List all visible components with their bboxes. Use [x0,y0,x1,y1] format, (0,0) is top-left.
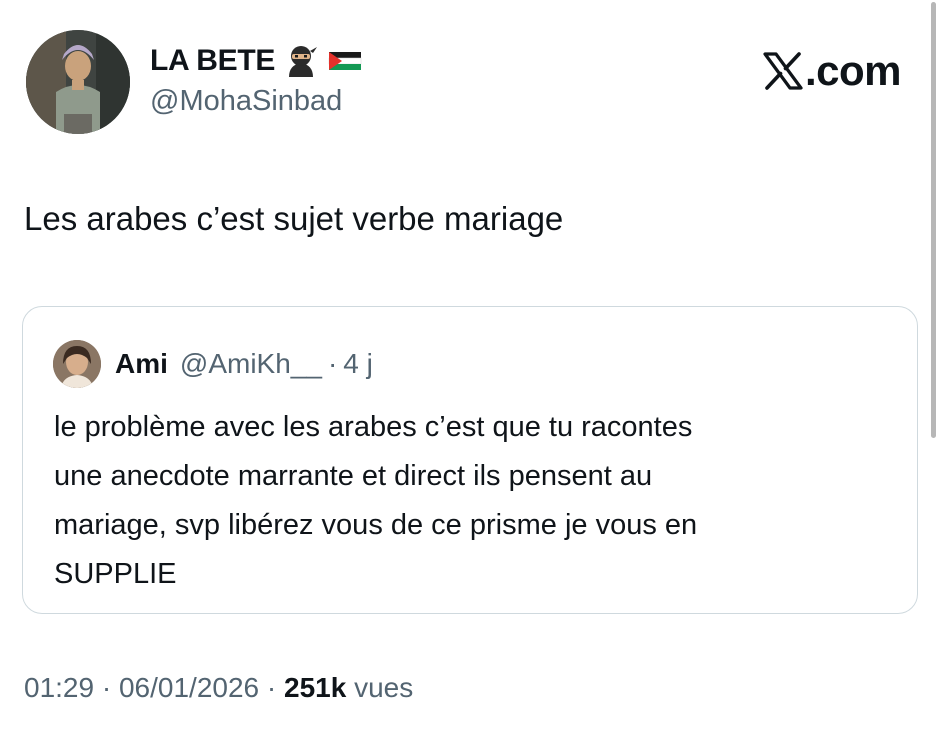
meta-separator-2: · [266,672,277,703]
tweet-text: Les arabes c’est sujet verbe mariage [24,200,564,237]
scrollbar-thumb[interactable] [931,2,936,438]
author-handle[interactable]: @MohaSinbad [150,85,342,118]
x-logo-icon [763,52,803,90]
quoted-tweet-header: Ami @AmiKh__ · 4 j [53,339,373,389]
author-display-name[interactable]: LA BETE [150,44,275,78]
quoted-avatar-image [53,340,101,388]
brand-watermark: .com [763,46,902,96]
author-avatar[interactable] [26,30,130,134]
author-avatar-image [26,30,130,134]
tweet-meta: 01:29 · 06/01/2026 · 251k vues [24,672,413,704]
tweet-date[interactable]: 06/01/2026 [119,672,259,703]
quoted-author-handle[interactable]: @AmiKh__ [180,348,322,380]
quoted-tweet-text: le problème avec les arabes c’est que tu… [54,411,698,590]
quoted-separator: · [327,348,338,379]
quoted-author-name[interactable]: Ami [115,348,168,380]
quoted-tweet-card[interactable]: Ami @AmiKh__ · 4 j le problème avec les … [22,306,918,614]
views-label: vues [354,672,414,703]
palestine-flag-icon [327,43,363,79]
brand-text: .com [804,47,902,94]
tweet-time[interactable]: 01:29 [24,672,94,703]
author-name-row: LA BETE [150,41,363,81]
meta-separator: · [101,672,112,703]
views-count: 251k [284,672,347,703]
quoted-author-avatar[interactable] [53,340,101,388]
quoted-tweet-time[interactable]: 4 j [343,348,373,380]
ninja-emoji-icon [283,43,319,79]
